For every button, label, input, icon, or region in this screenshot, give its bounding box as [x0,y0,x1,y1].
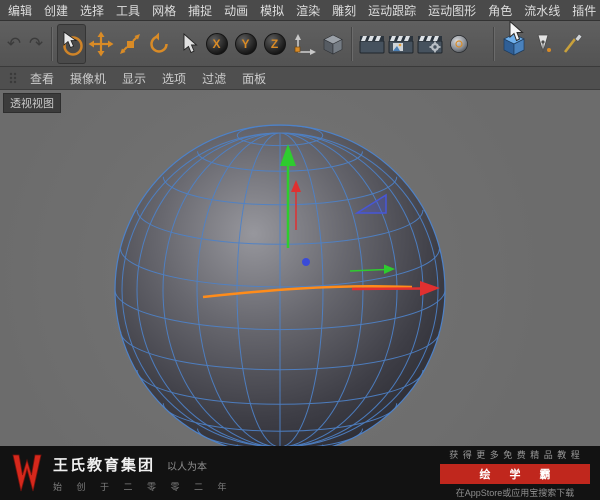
undo-icon[interactable]: ↶ [3,24,25,64]
viewport-menubar: 查看 摄像机 显示 选项 过滤 面板 [0,67,600,90]
viewport-canvas[interactable]: 透视视图 [0,90,600,446]
menu-edit[interactable]: 编辑 [2,2,38,19]
z-axis-lock-button[interactable]: Z [260,24,289,64]
z-axis-circle: Z [263,32,286,55]
brand-since: 始 创 于 二 零 零 二 年 [53,481,233,492]
render-picture-viewer-icon[interactable] [386,24,415,64]
panel-grip-icon[interactable] [8,71,18,85]
x-axis-lock-button[interactable]: X [202,24,231,64]
x-axis-circle: X [205,32,228,55]
brand-name: 王氏教育集团 [53,456,156,474]
toolbar-separator [51,26,53,61]
viewmenu-camera[interactable]: 摄像机 [62,70,114,87]
workplane-cube-icon[interactable] [318,24,347,64]
menu-plugins[interactable]: 插件 [566,2,600,19]
footer-brand-block: 王氏教育集团 以人为本 始 创 于 二 零 零 二 年 [53,454,233,493]
coordinate-system-icon[interactable] [289,24,318,64]
scale-tool-icon[interactable] [115,24,144,64]
y-axis-lock-button[interactable]: Y [231,24,260,64]
spline-pen-icon[interactable] [528,24,557,64]
menu-tools[interactable]: 工具 [110,2,146,19]
menu-select[interactable]: 选择 [74,2,110,19]
gizmo-origin-point [302,258,310,266]
menu-mesh[interactable]: 网格 [146,2,182,19]
footer-bar: 王氏教育集团 以人为本 始 创 于 二 零 零 二 年 获 得 更 多 免 费 … [0,446,600,500]
footer-logo [12,454,42,492]
viewmenu-view[interactable]: 查看 [22,70,62,87]
move-tool-icon[interactable] [86,24,115,64]
viewport-label[interactable]: 透视视图 [3,93,61,113]
selection-cursor-icon[interactable] [173,24,202,64]
menu-character[interactable]: 角色 [482,2,518,19]
z-axis-letter: Z [270,36,279,51]
viewmenu-display[interactable]: 显示 [114,70,154,87]
y-axis-letter: Y [241,36,250,51]
toolbar-separator [493,26,495,61]
menu-pipeline[interactable]: 流水线 [518,2,566,19]
menu-render[interactable]: 渲染 [290,2,326,19]
brand-slogan: 以人为本 [167,461,208,473]
menu-motion-tracker[interactable]: 运动跟踪 [362,2,422,19]
viewmenu-options[interactable]: 选项 [154,70,194,87]
shader-ball-icon[interactable] [444,24,473,64]
menu-animate[interactable]: 动画 [218,2,254,19]
paint-brush-icon[interactable] [557,24,586,64]
toolbar-separator [351,26,353,61]
menu-sculpt[interactable]: 雕刻 [326,2,362,19]
sphere-wireframe [114,124,446,446]
render-view-icon[interactable] [357,24,386,64]
menu-mograph[interactable]: 运动图形 [422,2,482,19]
promo-text-bottom: 在AppStore或应用宝搜索下载 [455,487,575,498]
redo-icon[interactable]: ↷ [25,24,47,64]
promo-text-top: 获 得 更 多 免 费 精 品 教 程 [449,449,581,460]
menubar: 编辑 创建 选择 工具 网格 捕捉 动画 模拟 渲染 雕刻 运动跟踪 运动图形 … [0,0,600,21]
mouse-cursor-icon [509,21,524,42]
rotate-tool-icon[interactable] [144,24,173,64]
y-axis-circle: Y [234,32,257,55]
render-settings-icon[interactable] [415,24,444,64]
menu-simulate[interactable]: 模拟 [254,2,290,19]
viewmenu-filter[interactable]: 过滤 [194,70,234,87]
x-axis-letter: X [212,36,221,51]
app-name-banner[interactable]: 绘 学 霸 [440,463,590,484]
live-selection-icon[interactable] [57,23,86,64]
menu-create[interactable]: 创建 [38,2,74,19]
footer-promo-block: 获 得 更 多 免 费 精 品 教 程 绘 学 霸 在AppStore或应用宝搜… [440,448,590,499]
menu-snap[interactable]: 捕捉 [182,2,218,19]
viewmenu-panel[interactable]: 面板 [234,70,274,87]
